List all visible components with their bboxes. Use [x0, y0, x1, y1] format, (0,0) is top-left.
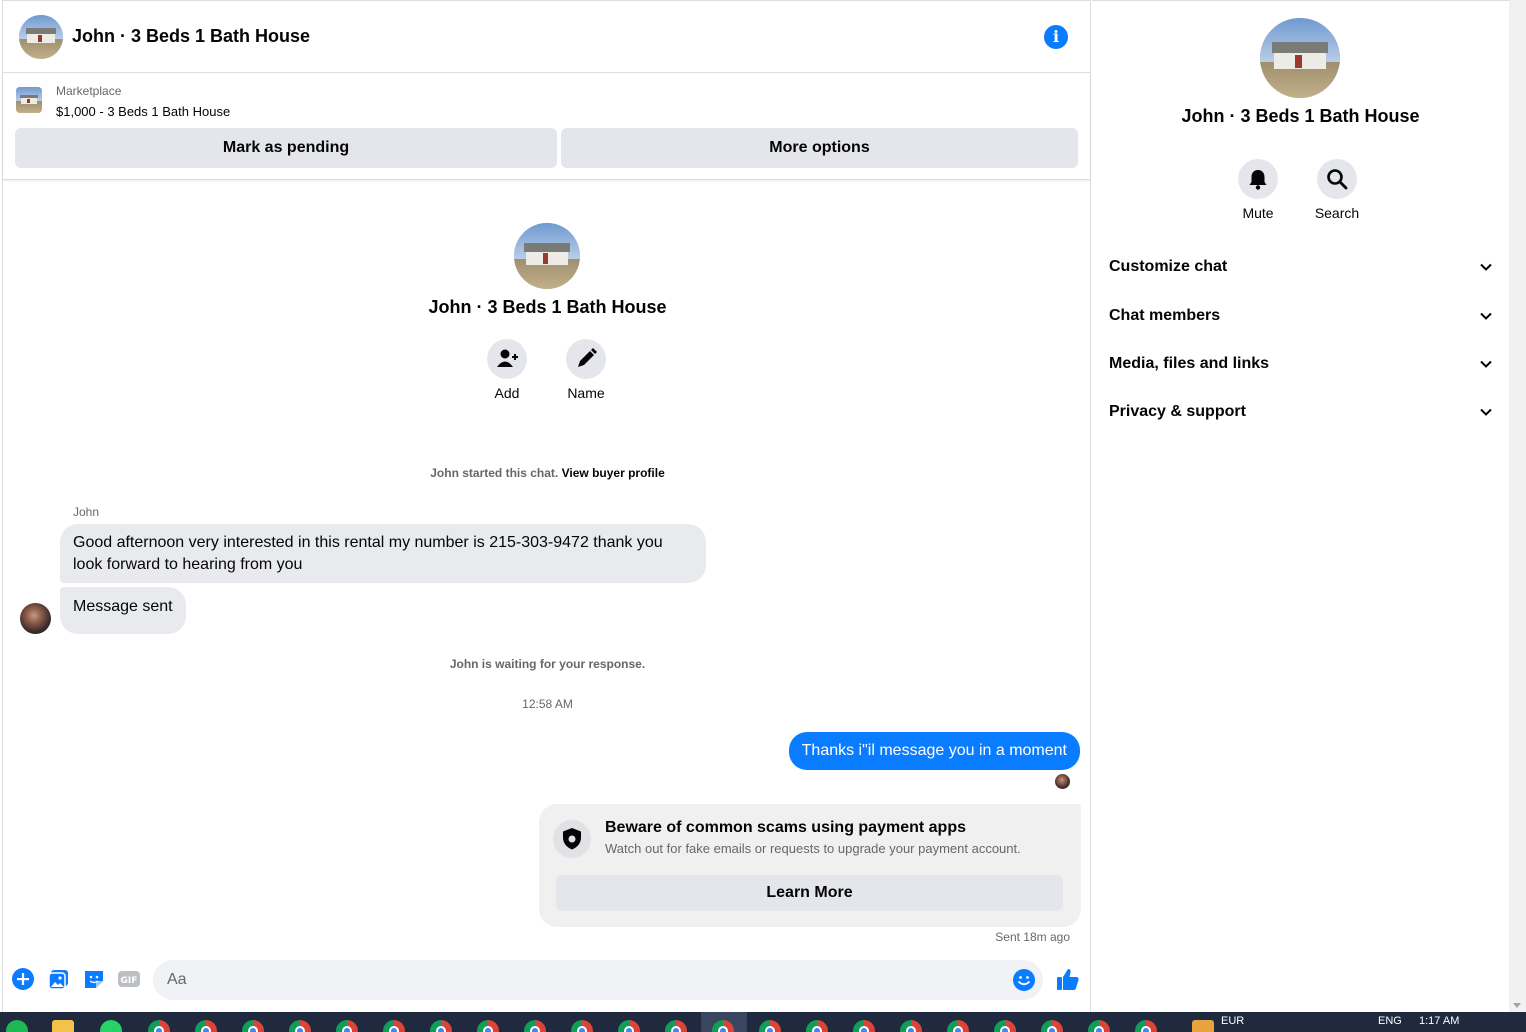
chrome-icon[interactable] — [289, 1020, 311, 1032]
svg-text:GIF: GIF — [121, 976, 138, 986]
listing-price-title[interactable]: $1,000 - 3 Beds 1 Bath House — [56, 104, 230, 119]
shield-icon-wrap — [553, 820, 591, 858]
chevron-down-icon — [1480, 408, 1492, 416]
chrome-icon[interactable] — [1088, 1020, 1110, 1032]
mute-label: Mute — [1242, 205, 1274, 221]
section-label: Chat members — [1109, 307, 1221, 324]
chat-started-text: John started this chat. — [430, 466, 559, 480]
learn-more-button[interactable]: Learn More — [556, 875, 1063, 911]
folder-icon[interactable] — [52, 1020, 74, 1032]
conversation-avatar[interactable] — [19, 14, 63, 59]
stack-app-icon[interactable] — [1192, 1020, 1214, 1032]
chrome-icon[interactable] — [383, 1020, 405, 1032]
chrome-icon[interactable] — [759, 1020, 781, 1032]
search-icon — [1327, 169, 1348, 190]
chrome-icon[interactable] — [571, 1020, 593, 1032]
waiting-notice: John is waiting for your response. — [449, 657, 646, 671]
chrome-icon[interactable] — [1041, 1020, 1063, 1032]
section-customize-chat[interactable]: Customize chat — [1109, 247, 1494, 287]
message-composer: GIF — [3, 955, 1090, 1005]
chrome-icon[interactable] — [477, 1020, 499, 1032]
chrome-icon[interactable] — [900, 1020, 922, 1032]
message-timestamp: 12:58 AM — [522, 697, 573, 711]
shield-icon — [563, 828, 581, 850]
section-media-files-links[interactable]: Media, files and links — [1109, 344, 1494, 384]
listing-kicker: Marketplace — [56, 84, 122, 98]
pencil-icon — [578, 348, 597, 367]
tray-currency[interactable]: EUR — [1221, 1015, 1244, 1027]
mute-button[interactable] — [1238, 159, 1278, 199]
spotify-icon[interactable] — [6, 1020, 28, 1032]
section-chat-members[interactable]: Chat members — [1109, 296, 1494, 336]
chrome-icon[interactable] — [524, 1020, 546, 1032]
add-person-icon — [497, 349, 518, 367]
chrome-icon[interactable] — [806, 1020, 828, 1032]
outgoing-message[interactable]: Thanks i"il message you in a moment — [788, 732, 1080, 770]
page-scrollbar[interactable] — [1509, 0, 1526, 1012]
more-options-button[interactable]: More options — [561, 128, 1078, 168]
conversation-info-panel: John · 3 Beds 1 Bath House Mute Search C… — [1092, 0, 1509, 1012]
os-taskbar: EUR ENG 1:17 AM — [0, 1012, 1526, 1032]
bell-icon — [1249, 170, 1267, 190]
marketplace-listing-bar: Marketplace $1,000 - 3 Beds 1 Bath House… — [3, 74, 1090, 180]
chevron-down-icon — [1480, 312, 1492, 320]
messenger-window: John · 3 Beds 1 Bath House i Marketplace… — [0, 0, 1526, 1032]
panel-title: John · 3 Beds 1 Bath House — [1181, 106, 1420, 126]
chat-started-notice: John started this chat. View buyer profi… — [3, 466, 1092, 480]
chrome-icon[interactable] — [665, 1020, 687, 1032]
chrome-icon[interactable] — [994, 1020, 1016, 1032]
chrome-icon[interactable] — [853, 1020, 875, 1032]
view-buyer-profile-link[interactable]: View buyer profile — [562, 466, 665, 480]
photo-icon[interactable] — [47, 967, 71, 991]
seen-indicator-avatar — [1055, 774, 1070, 789]
chrome-icon[interactable] — [1135, 1020, 1157, 1032]
mark-as-pending-button[interactable]: Mark as pending — [15, 128, 557, 168]
section-label: Media, files and links — [1109, 355, 1270, 372]
conversation-title[interactable]: John · 3 Beds 1 Bath House — [72, 26, 310, 47]
name-label: Name — [567, 385, 605, 401]
chrome-icon[interactable] — [242, 1020, 264, 1032]
chrome-icon[interactable] — [618, 1020, 640, 1032]
incoming-message[interactable]: Good afternoon very interested in this r… — [60, 524, 706, 583]
scam-warning-card: Beware of common scams using payment app… — [539, 804, 1081, 927]
chrome-icon[interactable] — [195, 1020, 217, 1032]
chrome-icon[interactable] — [336, 1020, 358, 1032]
chevron-down-icon — [1480, 360, 1492, 368]
incoming-message[interactable]: Message sent — [60, 587, 186, 634]
tray-clock[interactable]: 1:17 AM — [1419, 1015, 1459, 1027]
chrome-icon[interactable] — [148, 1020, 170, 1032]
plus-circle-icon[interactable] — [11, 967, 35, 991]
section-label: Customize chat — [1109, 258, 1228, 275]
chrome-icon[interactable] — [947, 1020, 969, 1032]
chevron-down-icon — [1480, 263, 1492, 271]
chat-column: John · 3 Beds 1 Bath House i Marketplace… — [2, 0, 1091, 1012]
sent-status: Sent 18m ago — [995, 930, 1070, 944]
sender-avatar[interactable] — [20, 603, 51, 634]
add-label: Add — [494, 385, 520, 401]
sticker-icon[interactable] — [82, 967, 106, 991]
search-label: Search — [1314, 205, 1360, 221]
listing-thumbnail[interactable] — [16, 87, 42, 113]
chat-header: John · 3 Beds 1 Bath House i — [3, 1, 1090, 73]
warning-text: Watch out for fake emails or requests to… — [605, 841, 1021, 856]
gif-icon[interactable]: GIF — [117, 967, 141, 991]
panel-avatar[interactable] — [1260, 18, 1340, 98]
thumbs-up-icon[interactable] — [1055, 966, 1081, 992]
whatsapp-icon[interactable] — [100, 1020, 122, 1032]
chrome-icon[interactable] — [430, 1020, 452, 1032]
intro-title: John · 3 Beds 1 Bath House — [428, 297, 667, 317]
edit-name-button[interactable] — [566, 339, 606, 379]
section-privacy-support[interactable]: Privacy & support — [1109, 392, 1494, 432]
warning-title: Beware of common scams using payment app… — [605, 819, 966, 836]
message-input[interactable] — [153, 960, 1043, 1000]
sender-name: John — [73, 505, 100, 519]
search-button[interactable] — [1317, 159, 1357, 199]
intro-avatar — [514, 223, 580, 289]
section-label: Privacy & support — [1109, 403, 1246, 420]
scroll-down-arrow-icon[interactable] — [1513, 1003, 1521, 1008]
tray-language[interactable]: ENG — [1378, 1015, 1402, 1027]
info-icon[interactable]: i — [1044, 25, 1068, 49]
add-people-button[interactable] — [487, 339, 527, 379]
emoji-icon[interactable] — [1012, 968, 1036, 992]
